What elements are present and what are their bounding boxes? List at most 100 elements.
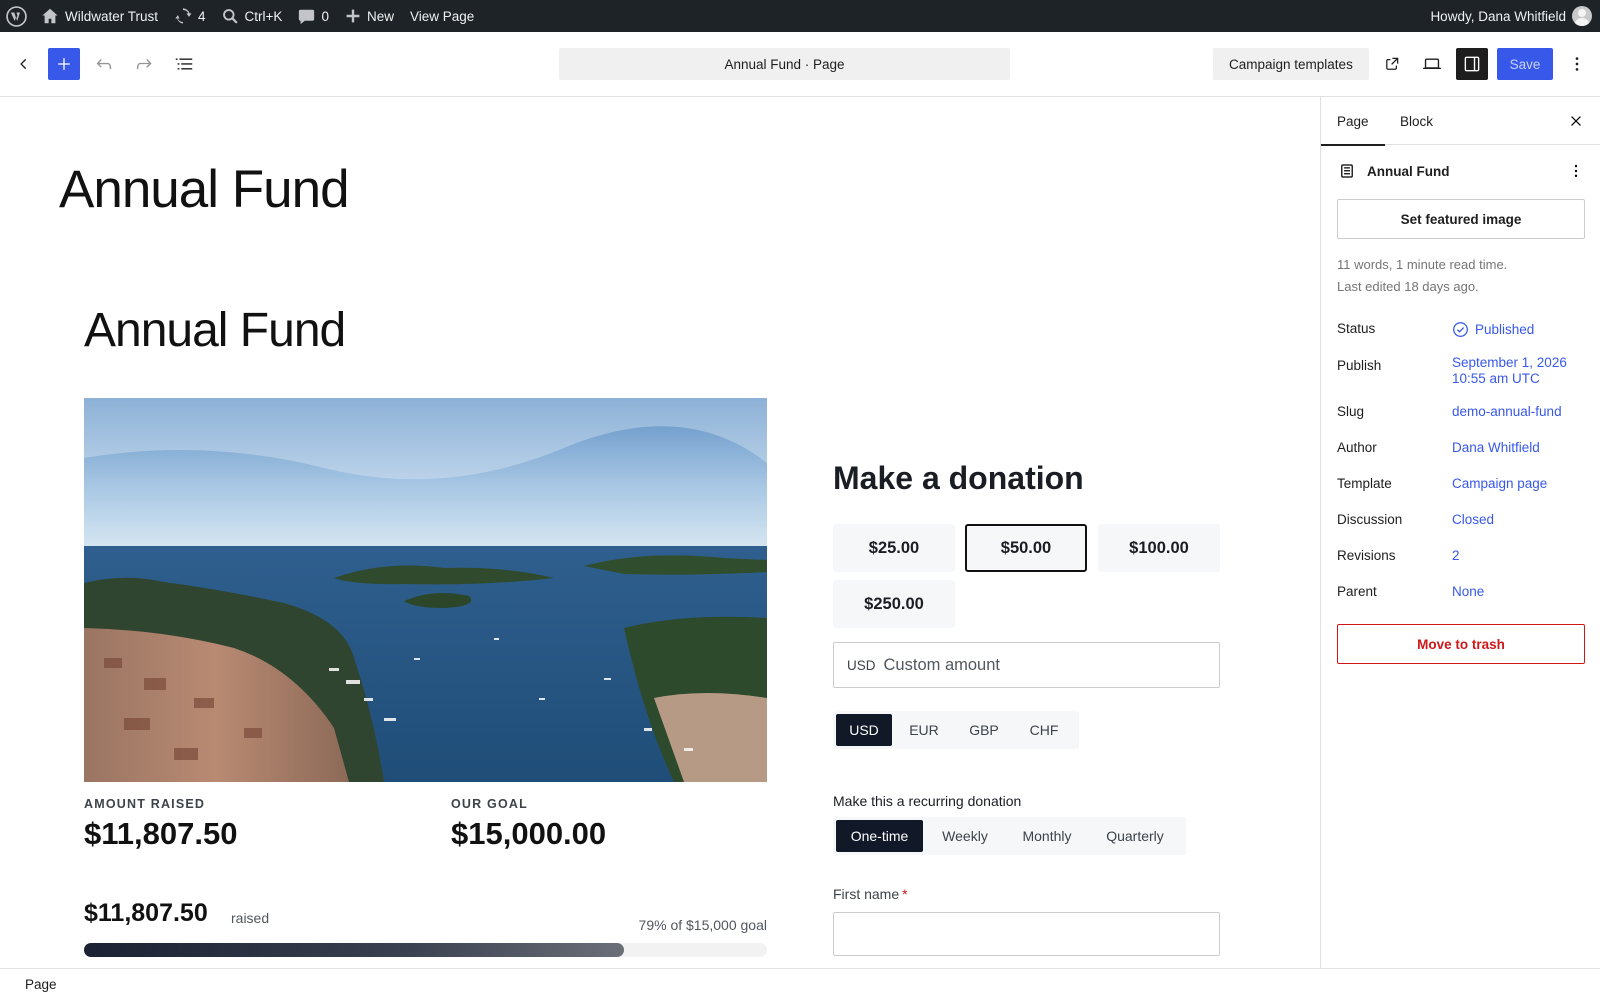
slug-value[interactable]: demo-annual-fund <box>1452 404 1562 420</box>
plus-icon <box>58 58 70 70</box>
amount-raised-label: AMOUNT RAISED <box>84 797 206 811</box>
settings-sidebar: Page Block Annual Fund Set featured imag… <box>1320 97 1600 968</box>
page-title[interactable]: Annual Fund <box>59 159 350 220</box>
wordpress-logo-icon[interactable] <box>0 0 33 32</box>
parent-value[interactable]: None <box>1452 584 1484 600</box>
discussion-value[interactable]: Closed <box>1452 512 1494 528</box>
currency-option-eur[interactable]: EUR <box>892 714 956 746</box>
comment-icon <box>299 9 315 24</box>
amount-option-50[interactable]: $50.00 <box>965 524 1087 572</box>
comments-link[interactable]: 0 <box>290 0 337 32</box>
block-breadcrumb-bar: Page <box>0 968 1600 1000</box>
our-goal-value: $15,000.00 <box>451 816 607 851</box>
chevron-left-icon <box>20 58 27 70</box>
updates-count: 4 <box>198 8 206 24</box>
custom-amount-currency: USD <box>847 657 876 673</box>
admin-bar: Wildwater Trust 4 Ctrl+K 0 New View Page… <box>0 0 1600 32</box>
save-button[interactable]: Save <box>1497 48 1553 80</box>
device-preview-button[interactable] <box>1416 48 1448 80</box>
search-icon <box>222 8 238 24</box>
publish-date: September 1, 2026 <box>1452 355 1567 370</box>
publish-label: Publish <box>1337 358 1382 373</box>
amount-option-25[interactable]: $25.00 <box>833 524 955 572</box>
undo-button[interactable] <box>88 48 120 80</box>
first-name-input[interactable] <box>833 912 1220 956</box>
options-menu-button[interactable] <box>1561 48 1593 80</box>
status-value[interactable]: Published <box>1452 321 1534 338</box>
new-content-link[interactable]: New <box>337 0 402 32</box>
published-check-icon <box>1453 322 1468 337</box>
settings-sidebar-toggle[interactable] <box>1456 48 1488 80</box>
frequency-option-quarterly[interactable]: Quarterly <box>1087 820 1183 852</box>
progress-raised-amount: $11,807.50 <box>84 899 208 927</box>
editor-header: Annual Fund · Page Campaign templates Sa… <box>0 32 1600 97</box>
campaign-templates-button[interactable]: Campaign templates <box>1213 48 1369 80</box>
more-vertical-icon <box>1575 57 1579 71</box>
tab-page[interactable]: Page <box>1321 97 1385 146</box>
custom-amount-input[interactable] <box>883 655 1184 675</box>
amount-option-250[interactable]: $250.00 <box>833 580 955 628</box>
greeting: Howdy, Dana Whitfield <box>1430 8 1566 24</box>
document-title-bar[interactable]: Annual Fund · Page <box>559 48 1010 80</box>
redo-button[interactable] <box>128 48 160 80</box>
currency-option-chf[interactable]: CHF <box>1012 714 1076 746</box>
desktop-icon <box>1422 58 1442 70</box>
our-goal-label: OUR GOAL <box>451 797 528 811</box>
parent-label: Parent <box>1337 584 1377 599</box>
progress-summary: 79% of $15,000 goal <box>638 917 767 933</box>
document-title: Annual Fund · Page <box>724 56 845 72</box>
sidebar-tabs: Page Block <box>1321 97 1600 146</box>
search-shortcut: Ctrl+K <box>244 8 283 24</box>
plus-icon <box>346 9 360 23</box>
campaign-image[interactable] <box>84 398 767 782</box>
template-label: Template <box>1337 476 1392 491</box>
currency-option-gbp[interactable]: GBP <box>956 714 1012 746</box>
view-page-label: View Page <box>409 8 475 24</box>
home-icon <box>42 8 58 24</box>
recurring-donation-label: Make this a recurring donation <box>833 793 1022 809</box>
currency-option-usd[interactable]: USD <box>836 714 892 746</box>
author-value[interactable]: Dana Whitfield <box>1452 440 1540 456</box>
view-page-link[interactable]: View Page <box>402 0 482 32</box>
account-menu[interactable]: Howdy, Dana Whitfield <box>1422 0 1600 32</box>
frequency-option-one-time[interactable]: One-time <box>836 820 923 852</box>
progress-raised-word: raised <box>231 910 270 926</box>
first-name-label: First name * <box>833 886 908 902</box>
undo-icon <box>96 58 112 70</box>
progress-bar-fill <box>84 943 624 957</box>
breadcrumb[interactable]: Page <box>25 977 57 992</box>
site-name-link[interactable]: Wildwater Trust <box>33 0 166 32</box>
save-label: Save <box>1509 56 1541 72</box>
document-summary-title: Annual Fund <box>1367 163 1450 179</box>
updates-link[interactable]: 4 <box>166 0 214 32</box>
tab-block[interactable]: Block <box>1384 97 1449 145</box>
set-featured-image-button[interactable]: Set featured image <box>1337 199 1585 239</box>
block-inserter-button[interactable] <box>48 48 80 80</box>
redo-icon <box>136 58 152 70</box>
slug-label: Slug <box>1337 404 1365 419</box>
document-actions-button[interactable] <box>1567 162 1585 180</box>
frequency-option-weekly[interactable]: Weekly <box>923 820 1007 852</box>
last-edited: Last edited 18 days ago. <box>1337 279 1479 294</box>
updates-icon <box>175 8 192 24</box>
publish-value[interactable]: September 1, 2026 10:55 am UTC <box>1452 355 1567 387</box>
back-button[interactable] <box>8 48 40 80</box>
revisions-value[interactable]: 2 <box>1452 548 1460 564</box>
amount-option-100[interactable]: $100.00 <box>1098 524 1220 572</box>
required-marker: * <box>902 886 908 902</box>
frequency-option-monthly[interactable]: Monthly <box>1007 820 1087 852</box>
document-overview-button[interactable] <box>168 48 200 80</box>
view-page-button[interactable] <box>1376 48 1408 80</box>
progress-bar <box>84 943 767 957</box>
page-icon <box>1341 164 1353 178</box>
sidebar-icon <box>1464 56 1480 72</box>
move-to-trash-button[interactable]: Move to trash <box>1337 624 1585 664</box>
command-palette-link[interactable]: Ctrl+K <box>214 0 291 32</box>
word-count: 11 words, 1 minute read time. <box>1337 257 1508 272</box>
frequency-selector: One-time Weekly Monthly Quarterly <box>833 817 1186 855</box>
custom-amount-field[interactable]: USD <box>833 642 1220 688</box>
close-sidebar-button[interactable] <box>1564 109 1588 133</box>
template-value[interactable]: Campaign page <box>1452 476 1547 492</box>
campaign-title[interactable]: Annual Fund <box>84 303 346 358</box>
status-value-text: Published <box>1475 321 1535 337</box>
